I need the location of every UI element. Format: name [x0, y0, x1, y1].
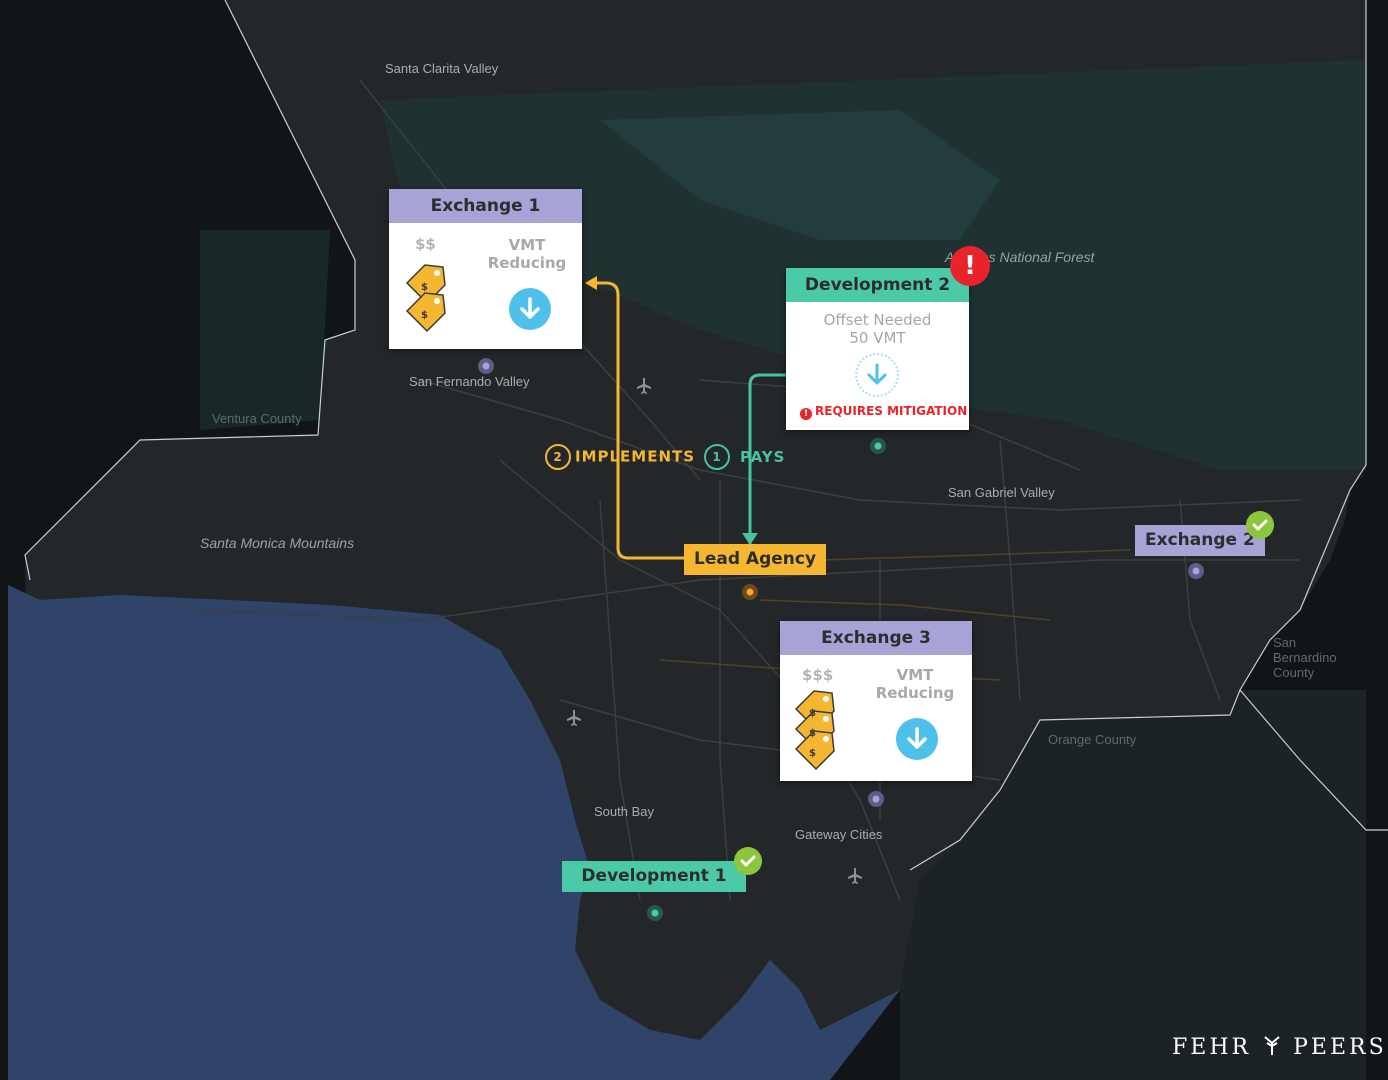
logo-text-right: PEERS	[1293, 1035, 1387, 1060]
price-tag-icon: $ $	[405, 264, 446, 333]
exchange-1-title: Exchange 1	[389, 189, 582, 223]
exchange-3-cost: $$$	[802, 666, 834, 684]
place-label: Santa Monica Mountains	[200, 535, 355, 551]
logo-bird-icon	[1264, 1036, 1280, 1055]
alert-text: REQUIRES MITIGATION	[815, 404, 968, 418]
map-stage: Santa Clarita Valley San Fernando Valley…	[0, 0, 1388, 1080]
offset-needed-label: Offset Needed	[823, 311, 932, 329]
step-label: IMPLEMENTS	[575, 447, 696, 466]
svg-text:$: $	[809, 708, 816, 719]
price-tag-icon: $ $ $	[794, 690, 835, 771]
check-icon	[1246, 511, 1274, 539]
svg-text:$: $	[421, 282, 428, 293]
step-label: PAYS	[740, 447, 786, 466]
svg-text:$: $	[421, 310, 428, 321]
arrow-down-outline-icon	[855, 353, 899, 397]
exchange-3-card[interactable]: Exchange 3 $$$ VMT Reducing $ $ $	[780, 621, 972, 781]
fehr-peers-logo: FEHR PEERS	[1172, 1034, 1387, 1060]
exchange-3-benefit: VMT Reducing	[875, 666, 955, 702]
place-label: South Bay	[594, 804, 654, 819]
step-pays: 1 PAYS	[704, 444, 785, 470]
place-label: Gateway Cities	[795, 827, 883, 842]
place-label: San Gabriel Valley	[948, 485, 1055, 500]
exchange-1-card[interactable]: Exchange 1 $$ VMT Reducing $ $	[389, 189, 582, 349]
development-2-title: Development 2	[786, 268, 969, 302]
place-label: San Bernardino County	[1273, 635, 1337, 680]
arrow-down-icon	[509, 288, 551, 330]
step-implements: 2 IMPLEMENTS	[545, 444, 695, 470]
exchange-1-cost: $$	[415, 235, 436, 253]
offset-amount: 50 VMT	[849, 329, 906, 347]
place-label: San Fernando Valley	[409, 374, 530, 389]
forest-area-west	[200, 230, 330, 430]
alert-icon[interactable]: !	[950, 246, 990, 286]
arrow-down-icon	[896, 718, 938, 760]
svg-text:$: $	[809, 728, 816, 739]
development-1-label[interactable]: Development 1	[562, 861, 746, 892]
lead-agency-label[interactable]: Lead Agency	[684, 544, 827, 575]
step-number: 1	[704, 444, 730, 470]
place-label: Ventura County	[212, 411, 302, 426]
check-icon	[734, 847, 762, 875]
development-2-card[interactable]: Development 2 Offset Needed 50 VMT ! REQU…	[786, 268, 969, 430]
logo-text-left: FEHR	[1172, 1035, 1252, 1060]
exchange-1-benefit: VMT Reducing	[487, 236, 567, 272]
place-label: Orange County	[1048, 732, 1137, 747]
svg-text:$: $	[809, 748, 816, 759]
alert-small-icon: !	[800, 408, 812, 420]
exchange-3-title: Exchange 3	[780, 621, 972, 655]
requires-mitigation-alert: ! REQUIRES MITIGATION	[800, 404, 967, 420]
step-number: 2	[545, 444, 571, 470]
place-label: Santa Clarita Valley	[385, 61, 499, 76]
